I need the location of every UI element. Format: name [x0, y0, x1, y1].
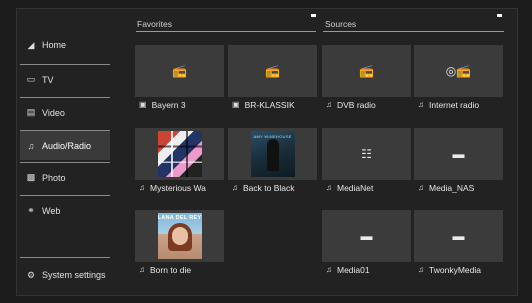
radio-icon: 📻	[265, 64, 280, 78]
album-cover: AMY WINEHOUSE	[250, 131, 295, 177]
album-cover: LANA DEL REY	[157, 213, 202, 259]
sources-scroll-indicator	[497, 14, 502, 17]
tile-br-klassik[interactable]: 📻	[228, 45, 317, 97]
internet-radio-icon: ◎📻	[445, 64, 472, 78]
music-note-icon: ♫	[326, 183, 332, 192]
sidebar-item-web[interactable]: ⚭ Web	[20, 195, 110, 225]
sidebar-item-photo[interactable]: ▩ Photo	[20, 162, 110, 192]
tile-caption: ♫ MediaNet	[326, 182, 374, 193]
favorites-scroll-indicator	[311, 14, 316, 17]
radio-icon: 📻	[359, 64, 374, 78]
tile-caption: ♫ DVB radio	[326, 99, 376, 110]
sidebar-item-label: Audio/Radio	[42, 140, 92, 151]
favorites-heading: Favorites	[137, 19, 172, 29]
tile-caption: ♫ Media01	[326, 264, 370, 275]
tile-caption: ♫ Back to Black	[232, 182, 295, 193]
home-icon: ◢	[27, 39, 35, 50]
music-note-icon: ♫	[418, 183, 424, 192]
music-note-icon: ♫	[418, 265, 424, 274]
tile-bayern-3[interactable]: 📻	[135, 45, 224, 97]
server-icon: ▬	[452, 147, 465, 161]
tile-caption: ▣ BR-KLASSIK	[232, 99, 295, 110]
tv-icon: ▭	[26, 74, 36, 84]
sidebar-item-label: TV	[42, 74, 54, 85]
radio-icon: ▣	[139, 100, 147, 109]
sources-heading: Sources	[325, 19, 357, 29]
tile-caption: ♫ TwonkyMedia	[418, 264, 481, 275]
server-icon: ▬	[452, 229, 465, 243]
album-cover	[157, 131, 202, 177]
sidebar-item-audio-radio[interactable]: ♫ Audio/Radio	[20, 130, 110, 160]
sidebar: ◢ Home ▭ TV ▤ Video ♫ Audio/Radio ▩ Phot…	[20, 22, 110, 292]
tile-medianet[interactable]: ☷	[322, 128, 411, 180]
music-note-icon: ♫	[232, 183, 238, 192]
music-note-icon: ♫	[326, 100, 332, 109]
tile-caption: ♫ Media_NAS	[418, 182, 475, 193]
tile-back-to-black[interactable]: AMY WINEHOUSE	[228, 128, 317, 180]
tile-internet-radio[interactable]: ◎📻	[414, 45, 503, 97]
tile-caption: ♫ Mysterious Wa	[139, 182, 206, 193]
sources-divider	[323, 31, 504, 32]
music-note-icon: ♫	[27, 140, 35, 151]
tile-caption: ♫ Born to die	[139, 264, 192, 275]
sidebar-item-label: Photo	[42, 172, 66, 183]
network-icon: ☷	[361, 147, 372, 161]
music-note-icon: ♫	[139, 183, 145, 192]
video-icon: ▤	[26, 107, 36, 117]
sidebar-item-label: Web	[42, 205, 61, 216]
sidebar-divider	[20, 257, 110, 258]
sidebar-item-label: System settings	[42, 270, 106, 280]
tile-media-nas[interactable]: ▬	[414, 128, 503, 180]
music-note-icon: ♫	[139, 265, 145, 274]
sidebar-item-home[interactable]: ◢ Home	[20, 30, 110, 60]
music-note-icon: ♫	[418, 100, 424, 109]
radio-icon: 📻	[172, 64, 187, 78]
favorites-divider	[136, 31, 316, 32]
radio-icon: ▣	[232, 100, 240, 109]
tile-mysterious-wa[interactable]	[135, 128, 224, 180]
tile-dvb-radio[interactable]: 📻	[322, 45, 411, 97]
tile-twonkymedia[interactable]: ▬	[414, 210, 503, 262]
sidebar-item-system-settings[interactable]: ⚙ System settings	[20, 260, 110, 290]
sidebar-item-label: Home	[42, 40, 67, 50]
tile-caption: ▣ Bayern 3	[139, 99, 186, 110]
gear-icon: ⚙	[26, 269, 36, 280]
sidebar-item-label: Video	[42, 107, 65, 118]
music-note-icon: ♫	[326, 265, 332, 274]
tile-born-to-die[interactable]: LANA DEL REY	[135, 210, 224, 262]
server-icon: ▬	[360, 229, 373, 243]
sidebar-item-video[interactable]: ▤ Video	[20, 97, 110, 127]
tile-caption: ♫ Internet radio	[418, 99, 480, 110]
camera-icon: ▩	[26, 172, 36, 182]
globe-icon: ⚭	[27, 205, 35, 215]
sidebar-item-tv[interactable]: ▭ TV	[20, 64, 110, 94]
tile-media01[interactable]: ▬	[322, 210, 411, 262]
